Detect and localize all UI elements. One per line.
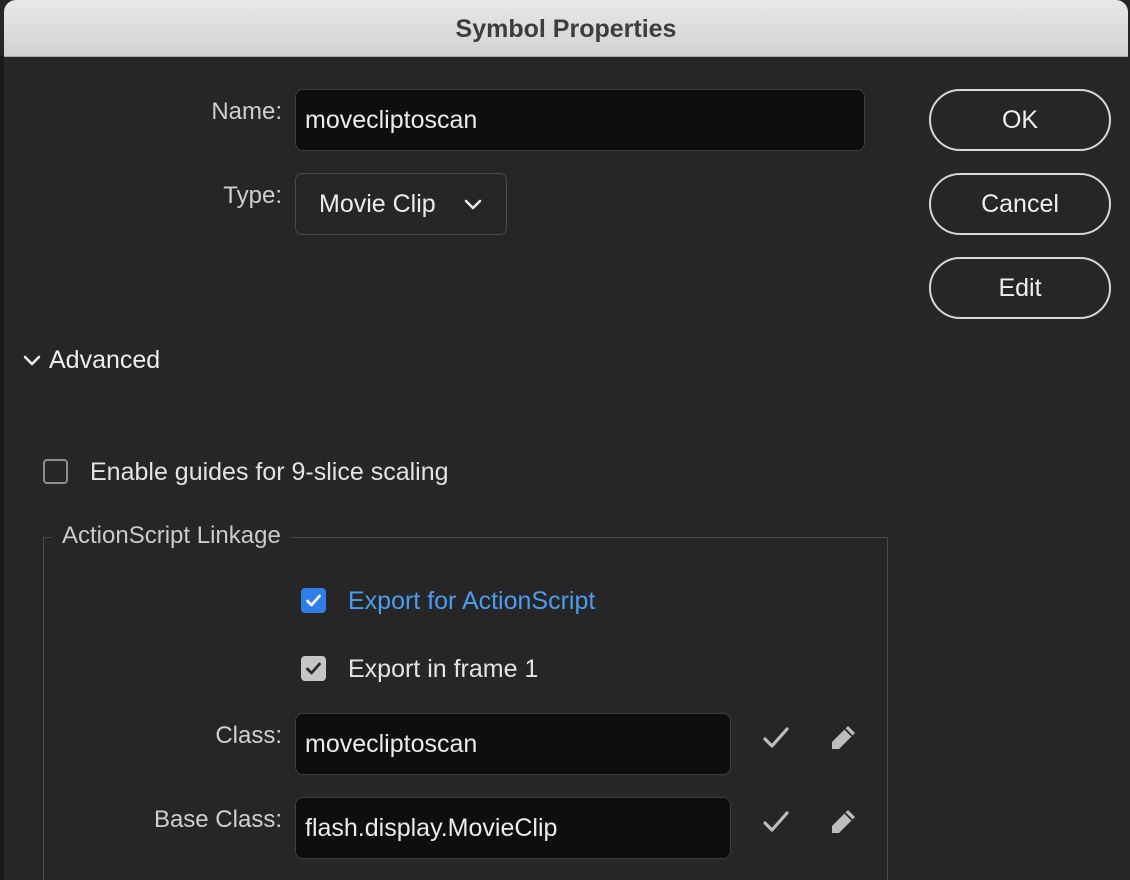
type-dropdown-value: Movie Clip [319,189,436,218]
export-actionscript-checkbox[interactable] [301,588,326,613]
type-label: Type: [223,182,282,209]
validate-base-class-button[interactable] [759,805,793,839]
class-label: Class: [215,722,282,749]
window-edge [0,56,4,880]
checkmark-icon [763,811,789,832]
checkmark-icon [763,727,789,748]
pencil-icon [832,726,855,749]
edit-base-class-button[interactable] [826,805,860,839]
advanced-label: Advanced [49,346,161,374]
base-class-label: Base Class: [153,806,282,833]
name-field[interactable]: movecliptoscan [295,89,865,151]
export-frame1-label[interactable]: Export in frame 1 [348,655,538,684]
name-label: Name: [211,98,282,125]
dialog-title: Symbol Properties [455,15,677,43]
export-frame1-checkbox[interactable] [301,656,326,681]
edit-class-button[interactable] [826,721,860,755]
title-bar[interactable]: Symbol Properties [4,0,1128,57]
advanced-toggle[interactable]: Advanced [22,346,160,375]
actionscript-linkage-title: ActionScript Linkage [52,522,291,550]
checkmark-icon [306,662,321,675]
export-actionscript-label[interactable]: Export for ActionScript [348,587,595,616]
pencil-icon [832,810,855,833]
nine-slice-checkbox[interactable] [43,459,68,484]
cancel-button[interactable]: Cancel [929,173,1111,235]
checkmark-icon [306,594,321,607]
edit-button[interactable]: Edit [929,257,1111,319]
validate-class-button[interactable] [759,721,793,755]
nine-slice-label[interactable]: Enable guides for 9-slice scaling [90,458,449,487]
chevron-down-icon [23,355,41,365]
type-dropdown[interactable]: Movie Clip [295,173,507,235]
chevron-down-icon [464,199,482,210]
class-field[interactable]: movecliptoscan [295,713,731,775]
ok-button[interactable]: OK [929,89,1111,151]
symbol-properties-dialog: Symbol Properties Name: movecliptoscan T… [0,0,1130,880]
base-class-field[interactable]: flash.display.MovieClip [295,797,731,859]
